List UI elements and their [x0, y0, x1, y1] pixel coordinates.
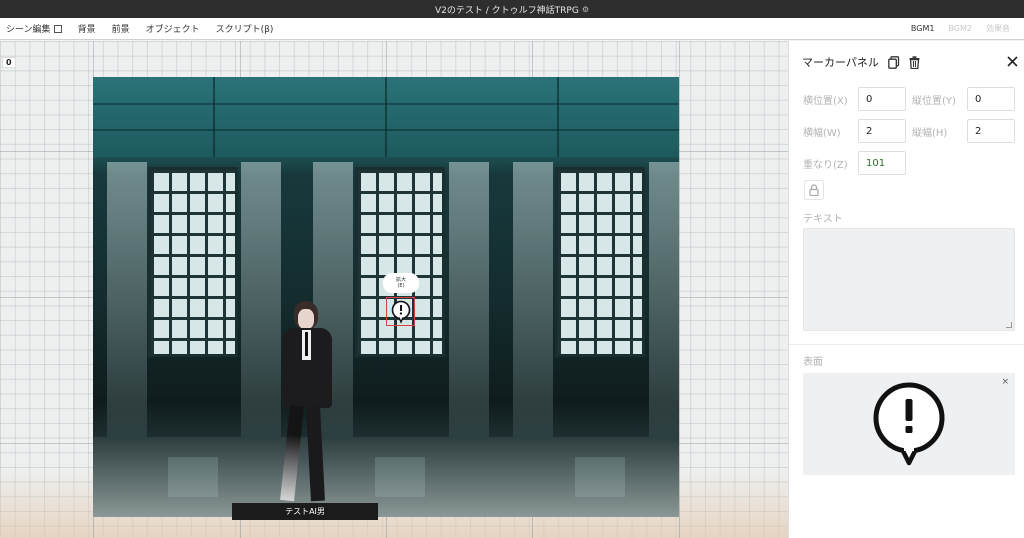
- z-order-label: 重なり(Z): [803, 160, 848, 171]
- text-label: テキスト: [803, 214, 843, 225]
- exclamation-bubble-icon: [873, 382, 945, 466]
- y-position-input[interactable]: 0: [967, 87, 1015, 111]
- height-label: 縦幅(H): [912, 128, 948, 139]
- marker-object[interactable]: [386, 297, 415, 326]
- floor-reflection: [168, 457, 218, 497]
- scene-curtain: [449, 162, 489, 442]
- ceiling-beam: [385, 77, 387, 157]
- character-sprite[interactable]: [272, 301, 342, 506]
- height-input[interactable]: 2: [967, 119, 1015, 143]
- menu-scene-edit[interactable]: シーン編集: [0, 22, 70, 35]
- width-input[interactable]: 2: [858, 119, 906, 143]
- marker-panel: マーカーパネル 横位置(X) 0 縦位置(Y) 0 横幅(W) 2 縦幅(H) …: [788, 41, 1024, 538]
- z-order-input[interactable]: 101: [858, 151, 906, 175]
- scene-window: [148, 167, 238, 357]
- exclamation-bubble-icon: [391, 300, 410, 324]
- scene-floor: [93, 437, 679, 517]
- scene-ceiling: [93, 77, 679, 157]
- character-leg: [306, 405, 325, 502]
- face-label: 表面: [803, 357, 823, 368]
- scene-curtain: [107, 162, 147, 442]
- scene-window: [555, 167, 645, 357]
- menu-script[interactable]: スクリプト(β): [208, 22, 282, 35]
- menu-object[interactable]: オブジェクト: [138, 22, 208, 35]
- text-input[interactable]: [803, 228, 1015, 331]
- scene-edit-checkbox[interactable]: [53, 24, 62, 33]
- marker-tooltip: 拡大 (E): [383, 273, 419, 293]
- lock-icon[interactable]: [804, 180, 824, 200]
- close-icon[interactable]: [1005, 54, 1019, 68]
- ceiling-beam: [557, 77, 559, 157]
- window-title: V2のテスト / クトゥルフ神話TRPG: [435, 5, 579, 16]
- gear-icon[interactable]: ⚙: [582, 5, 589, 14]
- audio-controls: BGM1 BGM2 効果音: [911, 23, 1024, 34]
- menu-scene-edit-label: シーン編集: [6, 25, 51, 35]
- copy-icon[interactable]: [887, 55, 901, 69]
- grid-line: [679, 41, 680, 538]
- trash-icon[interactable]: [908, 55, 922, 69]
- sound-effect-button[interactable]: 効果音: [986, 23, 1010, 34]
- stage-canvas[interactable]: 0 テストAI男 拡大 (E): [0, 41, 788, 538]
- y-position-label: 縦位置(Y): [912, 96, 956, 107]
- bgm1-button[interactable]: BGM1: [911, 24, 935, 33]
- floor-reflection: [575, 457, 625, 497]
- panel-header: マーカーパネル: [789, 41, 1024, 83]
- zoom-indicator: 0: [2, 57, 16, 68]
- x-position-label: 横位置(X): [803, 96, 848, 107]
- character-name-tag: テストAI男: [232, 503, 378, 520]
- scene-curtain: [513, 162, 553, 442]
- panel-title: マーカーパネル: [802, 56, 879, 69]
- x-position-input[interactable]: 0: [858, 87, 906, 111]
- character-face: [298, 309, 314, 329]
- scene-curtain: [649, 162, 679, 442]
- scene-window: [355, 167, 445, 357]
- character-tie: [305, 332, 308, 356]
- resize-grip-icon[interactable]: [1006, 322, 1012, 328]
- ceiling-beam: [213, 77, 215, 157]
- floor-reflection: [375, 457, 425, 497]
- menu-foreground[interactable]: 前景: [104, 22, 138, 35]
- bgm2-button[interactable]: BGM2: [948, 24, 972, 33]
- face-remove-button[interactable]: ×: [1001, 377, 1009, 387]
- panel-divider: [789, 344, 1024, 345]
- marker-tooltip-line2: (E): [397, 283, 405, 289]
- character-leg: [280, 405, 304, 502]
- width-label: 横幅(W): [803, 128, 841, 139]
- menu-background[interactable]: 背景: [70, 22, 104, 35]
- title-bar: V2のテスト / クトゥルフ神話TRPG ⚙: [0, 0, 1024, 18]
- face-image-slot[interactable]: ×: [803, 373, 1015, 475]
- menu-bar: シーン編集 背景 前景 オブジェクト スクリプト(β) BGM1 BGM2 効果…: [0, 18, 1024, 40]
